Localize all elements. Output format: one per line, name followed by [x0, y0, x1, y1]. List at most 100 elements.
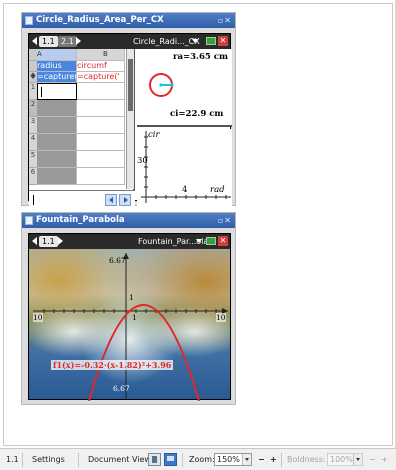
- cell-b5[interactable]: [77, 151, 125, 168]
- column-a-name[interactable]: radius: [37, 61, 77, 72]
- spreadsheet-pane[interactable]: A B radius circumf ♦ =capture(' =capture…: [29, 49, 135, 209]
- document-card-fountain[interactable]: Fountain_Parabola ▫✕ 1.1 Fountain_Par...…: [21, 212, 236, 405]
- window-buttons[interactable]: ▫✕: [218, 213, 232, 228]
- cell-b2[interactable]: [77, 100, 125, 117]
- calc-tab-bar: 1.1 2.1 Circle_Radi..._CX ✕: [29, 34, 230, 49]
- cell-b3[interactable]: [77, 117, 125, 134]
- document-icon: [25, 16, 33, 25]
- boldness-decrease-button[interactable]: −: [369, 455, 376, 465]
- row-header-name: [29, 61, 37, 72]
- boldness-value: 100%: [330, 455, 353, 464]
- graph-x-axis-label: rad: [210, 185, 225, 195]
- row-number-4: 4: [29, 134, 37, 151]
- cell-a5[interactable]: [37, 151, 77, 168]
- boldness-label: Boldness:: [287, 455, 326, 464]
- settings-button[interactable]: Settings: [32, 455, 65, 465]
- fountain-graph[interactable]: [29, 249, 232, 401]
- status-bar: 1.1 Settings Document View: Zoom: 150% −…: [0, 448, 396, 470]
- cell-a3[interactable]: [37, 117, 77, 134]
- doc-menu-chevron-icon[interactable]: [192, 39, 198, 43]
- column-letter-b: B: [103, 50, 108, 58]
- radius-measure: ra=3.65 cm: [173, 52, 228, 62]
- tab-right-arrow-icon[interactable]: [76, 37, 81, 45]
- column-a-formula[interactable]: =capture(': [37, 72, 77, 83]
- circle-figure[interactable]: [145, 69, 179, 103]
- circumference-measure: ci=22.9 cm: [170, 109, 224, 119]
- cell-a6[interactable]: [37, 168, 77, 185]
- tab-left-arrow-icon[interactable]: [32, 37, 37, 45]
- y-axis-tick-label: 1: [129, 293, 134, 302]
- computer-view-icon[interactable]: [164, 453, 177, 466]
- tab-right-arrow-icon[interactable]: [58, 237, 63, 245]
- card-title-bar[interactable]: Fountain_Parabola ▫✕: [22, 213, 235, 228]
- document-workspace: Circle_Radius_Area_Per_CX ▫✕ 1.1 2.1 Cir…: [0, 0, 396, 448]
- x-axis-max-label: 10: [216, 313, 226, 322]
- graph-axes: [141, 131, 231, 203]
- cell-a1[interactable]: [37, 83, 77, 100]
- graph-with-photo[interactable]: 6.67 1 10 10 1 f1(x)=-0.32·(x-1.82)²+3.9…: [29, 249, 232, 401]
- document-card-circle[interactable]: Circle_Radius_Area_Per_CX ▫✕ 1.1 2.1 Cir…: [21, 12, 236, 209]
- close-icon[interactable]: ✕: [218, 36, 228, 46]
- graph-y-axis-label: cir: [148, 130, 160, 140]
- cell-a2[interactable]: [37, 100, 77, 117]
- status-divider: [182, 453, 183, 467]
- tab-page-2-1[interactable]: 2.1: [58, 36, 77, 47]
- entry-right-arrow-icon[interactable]: [119, 194, 131, 206]
- corner-cell: [29, 49, 37, 61]
- column-b-name[interactable]: circumf: [77, 61, 125, 72]
- column-b-formula[interactable]: =capture(': [77, 72, 125, 83]
- window-buttons[interactable]: ▫✕: [218, 13, 232, 28]
- zoom-in-button[interactable]: +: [270, 455, 277, 465]
- battery-icon: [206, 37, 216, 45]
- cell-b1[interactable]: [77, 83, 125, 100]
- scroll-thumb[interactable]: [128, 59, 133, 111]
- x-axis-tick-label: 1: [132, 313, 137, 322]
- row-header-formula: ♦: [29, 72, 38, 83]
- zoom-label: Zoom:: [189, 455, 215, 464]
- page-frame: Circle_Radius_Area_Per_CX ▫✕ 1.1 2.1 Cir…: [3, 3, 393, 446]
- tab-left-arrow-icon[interactable]: [32, 237, 37, 245]
- cell-a4[interactable]: [37, 134, 77, 151]
- chevron-down-icon[interactable]: [242, 454, 251, 465]
- chevron-down-icon[interactable]: [353, 454, 362, 465]
- column-letter-a: A: [37, 50, 42, 58]
- row-number-1: 1: [29, 83, 37, 100]
- graph-x-tick-label: 4: [182, 185, 188, 195]
- column-b-header[interactable]: B: [77, 49, 125, 61]
- cell-b4[interactable]: [77, 134, 125, 151]
- handheld-screen[interactable]: 1.1 Fountain_Par...ola ✕ 6.67 1 10 10 1 …: [28, 233, 232, 401]
- tab-page-1-1[interactable]: 1.1: [39, 236, 58, 247]
- page-indicator: 1.1: [6, 455, 19, 464]
- sheet-scrollbar[interactable]: [126, 49, 134, 189]
- column-b-formula-text: =capture(': [77, 72, 120, 81]
- center-point[interactable]: [159, 83, 163, 87]
- close-icon[interactable]: ✕: [218, 236, 228, 246]
- tab-page-1-1[interactable]: 1.1: [39, 36, 58, 47]
- status-divider: [78, 453, 79, 467]
- card-title: Fountain_Parabola: [36, 215, 125, 225]
- boldness-increase-button[interactable]: +: [381, 455, 388, 465]
- zoom-value: 150%: [217, 455, 240, 464]
- cell-entry-line[interactable]: [29, 190, 135, 209]
- scatter-graph-pane[interactable]: cir 30 4 rad: [137, 129, 232, 209]
- column-a-name-text: radius: [37, 61, 62, 70]
- column-a-formula-text: =capture(': [37, 72, 77, 81]
- card-title-bar[interactable]: Circle_Radius_Area_Per_CX ▫✕: [22, 13, 235, 28]
- graph-y-tick-label: 30: [137, 156, 148, 166]
- boldness-select[interactable]: 100%: [327, 453, 363, 466]
- handheld-screen[interactable]: 1.1 2.1 Circle_Radi..._CX ✕ A B radius c…: [28, 33, 232, 209]
- entry-left-arrow-icon[interactable]: [105, 194, 117, 206]
- doc-menu-chevron-icon[interactable]: [196, 239, 202, 243]
- function-label[interactable]: f1(x)=-0.32·(x-1.82)²+3.96: [51, 360, 174, 370]
- geometry-pane[interactable]: ra=3.65 cm ci=22.9 cm: [137, 49, 232, 127]
- parabola-curve[interactable]: [88, 304, 200, 401]
- column-a-header[interactable]: A: [37, 49, 77, 61]
- y-axis-max-label: 6.67: [109, 256, 126, 265]
- zoom-out-button[interactable]: −: [258, 455, 265, 465]
- card-title: Circle_Radius_Area_Per_CX: [36, 15, 164, 25]
- zoom-select[interactable]: 150%: [214, 453, 252, 466]
- calc-body: A B radius circumf ♦ =capture(' =capture…: [29, 49, 232, 209]
- handheld-view-icon[interactable]: [148, 453, 161, 466]
- cell-b6[interactable]: [77, 168, 125, 185]
- radius-point[interactable]: [170, 83, 174, 87]
